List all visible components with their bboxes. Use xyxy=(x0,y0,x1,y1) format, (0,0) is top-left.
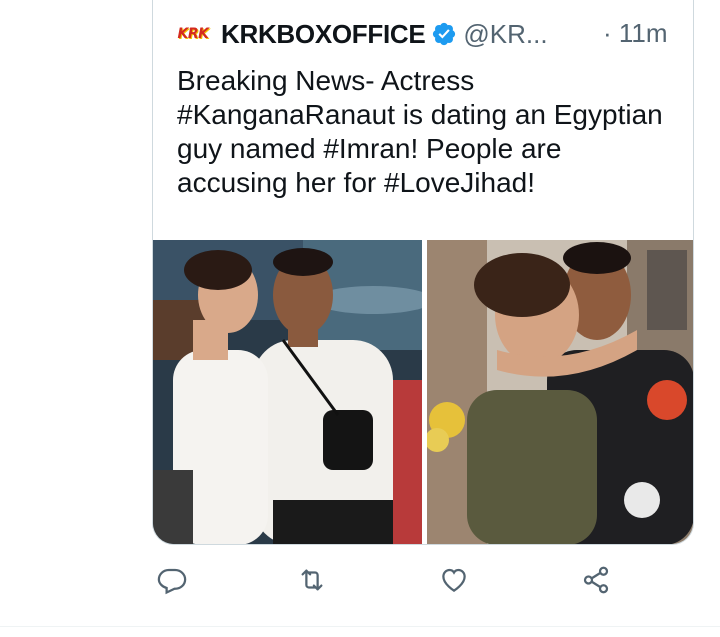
tweet-text: Breaking News- Actress #KanganaRanaut is… xyxy=(177,65,663,198)
share-icon xyxy=(583,566,609,594)
tweet-actions xyxy=(152,560,672,610)
like-icon xyxy=(442,568,466,592)
reply-icon xyxy=(157,568,187,595)
retweet-button[interactable] xyxy=(292,560,332,600)
tweet-card[interactable]: KRK KRKBOXOFFICE @KR... · 11m Breaking N… xyxy=(152,0,694,545)
profile-avatar[interactable]: KRK xyxy=(173,14,213,54)
avatar-logo-text: KRK xyxy=(177,26,209,42)
tweet-timestamp[interactable]: · 11m xyxy=(603,18,668,49)
tweet-divider xyxy=(0,626,720,627)
reply-button[interactable] xyxy=(152,560,192,600)
tweet-header: KRK KRKBOXOFFICE @KR... xyxy=(173,14,548,54)
like-button[interactable] xyxy=(434,560,474,600)
tweet-media[interactable] xyxy=(153,240,693,544)
photo-right-image xyxy=(426,240,693,544)
author-handle[interactable]: @KR... xyxy=(463,19,547,50)
tweet-view: KRK KRKBOXOFFICE @KR... · 11m Breaking N… xyxy=(0,0,720,637)
author-name[interactable]: KRKBOXOFFICE xyxy=(221,19,426,50)
tweet-photo-right[interactable] xyxy=(426,240,693,544)
share-button[interactable] xyxy=(576,560,616,600)
tweet-photo-left[interactable] xyxy=(153,240,422,544)
verified-badge-icon xyxy=(433,22,456,46)
retweet-icon xyxy=(301,569,323,591)
photo-left-image xyxy=(153,240,422,544)
